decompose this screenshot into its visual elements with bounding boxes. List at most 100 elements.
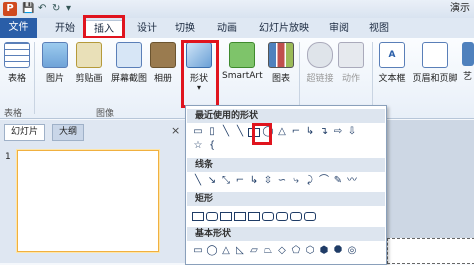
triangle-shape-icon[interactable]: △ [220, 244, 232, 257]
textbox-button[interactable]: A 文本框 [376, 42, 408, 84]
action-icon [338, 42, 364, 68]
customize-icon[interactable]: ▾ [66, 2, 71, 16]
double-arrow-line-icon[interactable]: ⤡ [220, 174, 232, 187]
triangle-shape-icon[interactable]: △ [276, 125, 288, 138]
clipart-button[interactable]: 剪贴画 [72, 42, 106, 84]
tab-outline[interactable]: 大纲 [52, 124, 85, 141]
textbox-shape-icon[interactable]: ▭ [192, 125, 204, 138]
tab-design[interactable]: 设计 [130, 20, 164, 37]
section-rectangles: 矩形 [187, 192, 385, 206]
line-shape-icon[interactable]: ╲ [192, 174, 204, 187]
snip-rectangle-shape-icon[interactable] [220, 209, 232, 222]
title-bar: P 💾 ↶ ↻ ▾ 演示 [0, 0, 474, 19]
elbow-arrow-icon[interactable]: ↴ [318, 125, 330, 138]
shapes-button[interactable]: 形状 ▾ [185, 42, 213, 92]
table-button[interactable]: 表格 [4, 42, 30, 84]
album-button[interactable]: 相册 [150, 42, 176, 84]
tab-home[interactable]: 开始 [48, 20, 82, 37]
group-label-images: 图像 [96, 109, 115, 119]
table-icon [4, 42, 30, 68]
screenshot-label: 屏幕截图 [110, 74, 147, 84]
slide-placeholder[interactable] [387, 238, 474, 264]
elbow-double-arrow-icon[interactable]: ⇳ [262, 174, 274, 187]
save-icon[interactable]: 💾 [22, 2, 34, 16]
redo-icon[interactable]: ↻ [52, 2, 60, 16]
elbow-arrow-icon[interactable]: ↳ [304, 125, 316, 138]
round-rectangle-shape-icon[interactable] [290, 209, 302, 222]
elbow-connector-icon[interactable]: ⌐ [290, 125, 302, 138]
tab-transitions[interactable]: 切换 [168, 20, 202, 37]
pentagon-shape-icon[interactable]: ⬠ [290, 244, 302, 257]
scribble-icon[interactable]: 〰 [346, 174, 358, 187]
rectangle-shape-icon[interactable] [248, 125, 260, 138]
shapes-icon [186, 42, 212, 68]
tab-file[interactable]: 文件 [0, 18, 37, 38]
smartart-label: SmartArt [222, 71, 263, 81]
slide-thumbnail[interactable] [17, 150, 159, 252]
tab-animations[interactable]: 动画 [210, 20, 244, 37]
picture-button[interactable]: 图片 [42, 42, 68, 84]
undo-icon[interactable]: ↶ [38, 2, 46, 16]
rectangle-shape-icon[interactable] [192, 209, 204, 222]
section-recent-shapes: 最近使用的形状 [187, 109, 385, 123]
tab-view[interactable]: 视图 [362, 20, 396, 37]
oval-shape-icon[interactable]: ◯ [262, 125, 274, 138]
trapezoid-shape-icon[interactable]: ⏢ [262, 244, 274, 257]
curved-double-arrow-icon[interactable]: ⤸ [304, 174, 316, 187]
rounded-rectangle-shape-icon[interactable] [206, 209, 218, 222]
action-button[interactable]: 动作 [338, 42, 364, 84]
textbox-icon: A [379, 42, 405, 68]
parallelogram-shape-icon[interactable]: ▱ [248, 244, 260, 257]
screenshot-button[interactable]: 屏幕截图 [108, 42, 150, 84]
section-lines: 线条 [187, 158, 385, 172]
right-arrow-shape-icon[interactable]: ⇨ [332, 125, 344, 138]
round-rectangle-shape-icon[interactable] [262, 209, 274, 222]
clipart-label: 剪贴画 [75, 74, 103, 84]
right-triangle-shape-icon[interactable]: ◺ [234, 244, 246, 257]
curved-arrow-icon[interactable]: ⤷ [290, 174, 302, 187]
diamond-shape-icon[interactable]: ◇ [276, 244, 288, 257]
textbox-label: 文本框 [378, 74, 406, 84]
tab-review[interactable]: 审阅 [322, 20, 356, 37]
picture-icon [42, 42, 68, 68]
decagon-shape-icon[interactable]: ◎ [346, 244, 358, 257]
curve-icon[interactable]: ⌒ [318, 174, 330, 187]
tab-insert[interactable]: 插入 [85, 20, 123, 38]
arrow-line-icon[interactable]: ↘ [206, 174, 218, 187]
smartart-button[interactable]: SmartArt [222, 42, 263, 81]
hyperlink-button[interactable]: 超链接 [304, 42, 336, 84]
snip-rectangle-shape-icon[interactable] [234, 209, 246, 222]
tab-slides[interactable]: 幻灯片 [4, 124, 46, 141]
snip-rectangle-shape-icon[interactable] [248, 209, 260, 222]
vertical-textbox-shape-icon[interactable]: ▯ [206, 125, 218, 138]
header-footer-button[interactable]: 页眉和页脚 [412, 42, 458, 84]
heptagon-shape-icon[interactable]: ⬢ [318, 244, 330, 257]
shapes-dropdown: 最近使用的形状 ▭ ▯ ╲ ╲ ◯ △ ⌐ ↳ ↴ ⇨ ⇩ ☆ { 线条 ╲ ↘… [185, 105, 387, 265]
elbow-connector-icon[interactable]: ⌐ [234, 174, 246, 187]
round-rectangle-shape-icon[interactable] [304, 209, 316, 222]
chart-button[interactable]: 图表 [268, 42, 294, 84]
wordart-label: 艺 [462, 72, 472, 82]
tab-slideshow[interactable]: 幻灯片放映 [253, 20, 315, 37]
hexagon-shape-icon[interactable]: ⬡ [304, 244, 316, 257]
elbow-arrow-icon[interactable]: ↳ [248, 174, 260, 187]
line-shape-icon[interactable]: ╲ [234, 125, 246, 138]
textbox-shape-icon[interactable]: ▭ [192, 244, 204, 257]
window-title: 演示 [450, 3, 470, 14]
freeform-icon[interactable]: ✎ [332, 174, 344, 187]
down-arrow-shape-icon[interactable]: ⇩ [346, 125, 358, 138]
wordart-button[interactable]: 艺 [461, 42, 474, 82]
ribbon-tabs: 文件 开始 插入 设计 切换 动画 幻灯片放映 审阅 视图 [0, 18, 474, 39]
rectangles-row [192, 209, 382, 225]
screenshot-icon [116, 42, 142, 68]
curved-connector-icon[interactable]: ∽ [276, 174, 288, 187]
close-icon[interactable]: × [171, 124, 180, 137]
round-rectangle-shape-icon[interactable] [276, 209, 288, 222]
octagon-shape-icon[interactable]: ⯃ [332, 244, 344, 257]
line-shape-icon[interactable]: ╲ [220, 125, 232, 138]
oval-shape-icon[interactable]: ◯ [206, 244, 218, 257]
left-brace-shape-icon[interactable]: { [206, 139, 218, 152]
star-shape-icon[interactable]: ☆ [192, 139, 204, 152]
dropdown-arrow-icon: ▾ [196, 83, 201, 92]
group-separator [34, 42, 35, 114]
